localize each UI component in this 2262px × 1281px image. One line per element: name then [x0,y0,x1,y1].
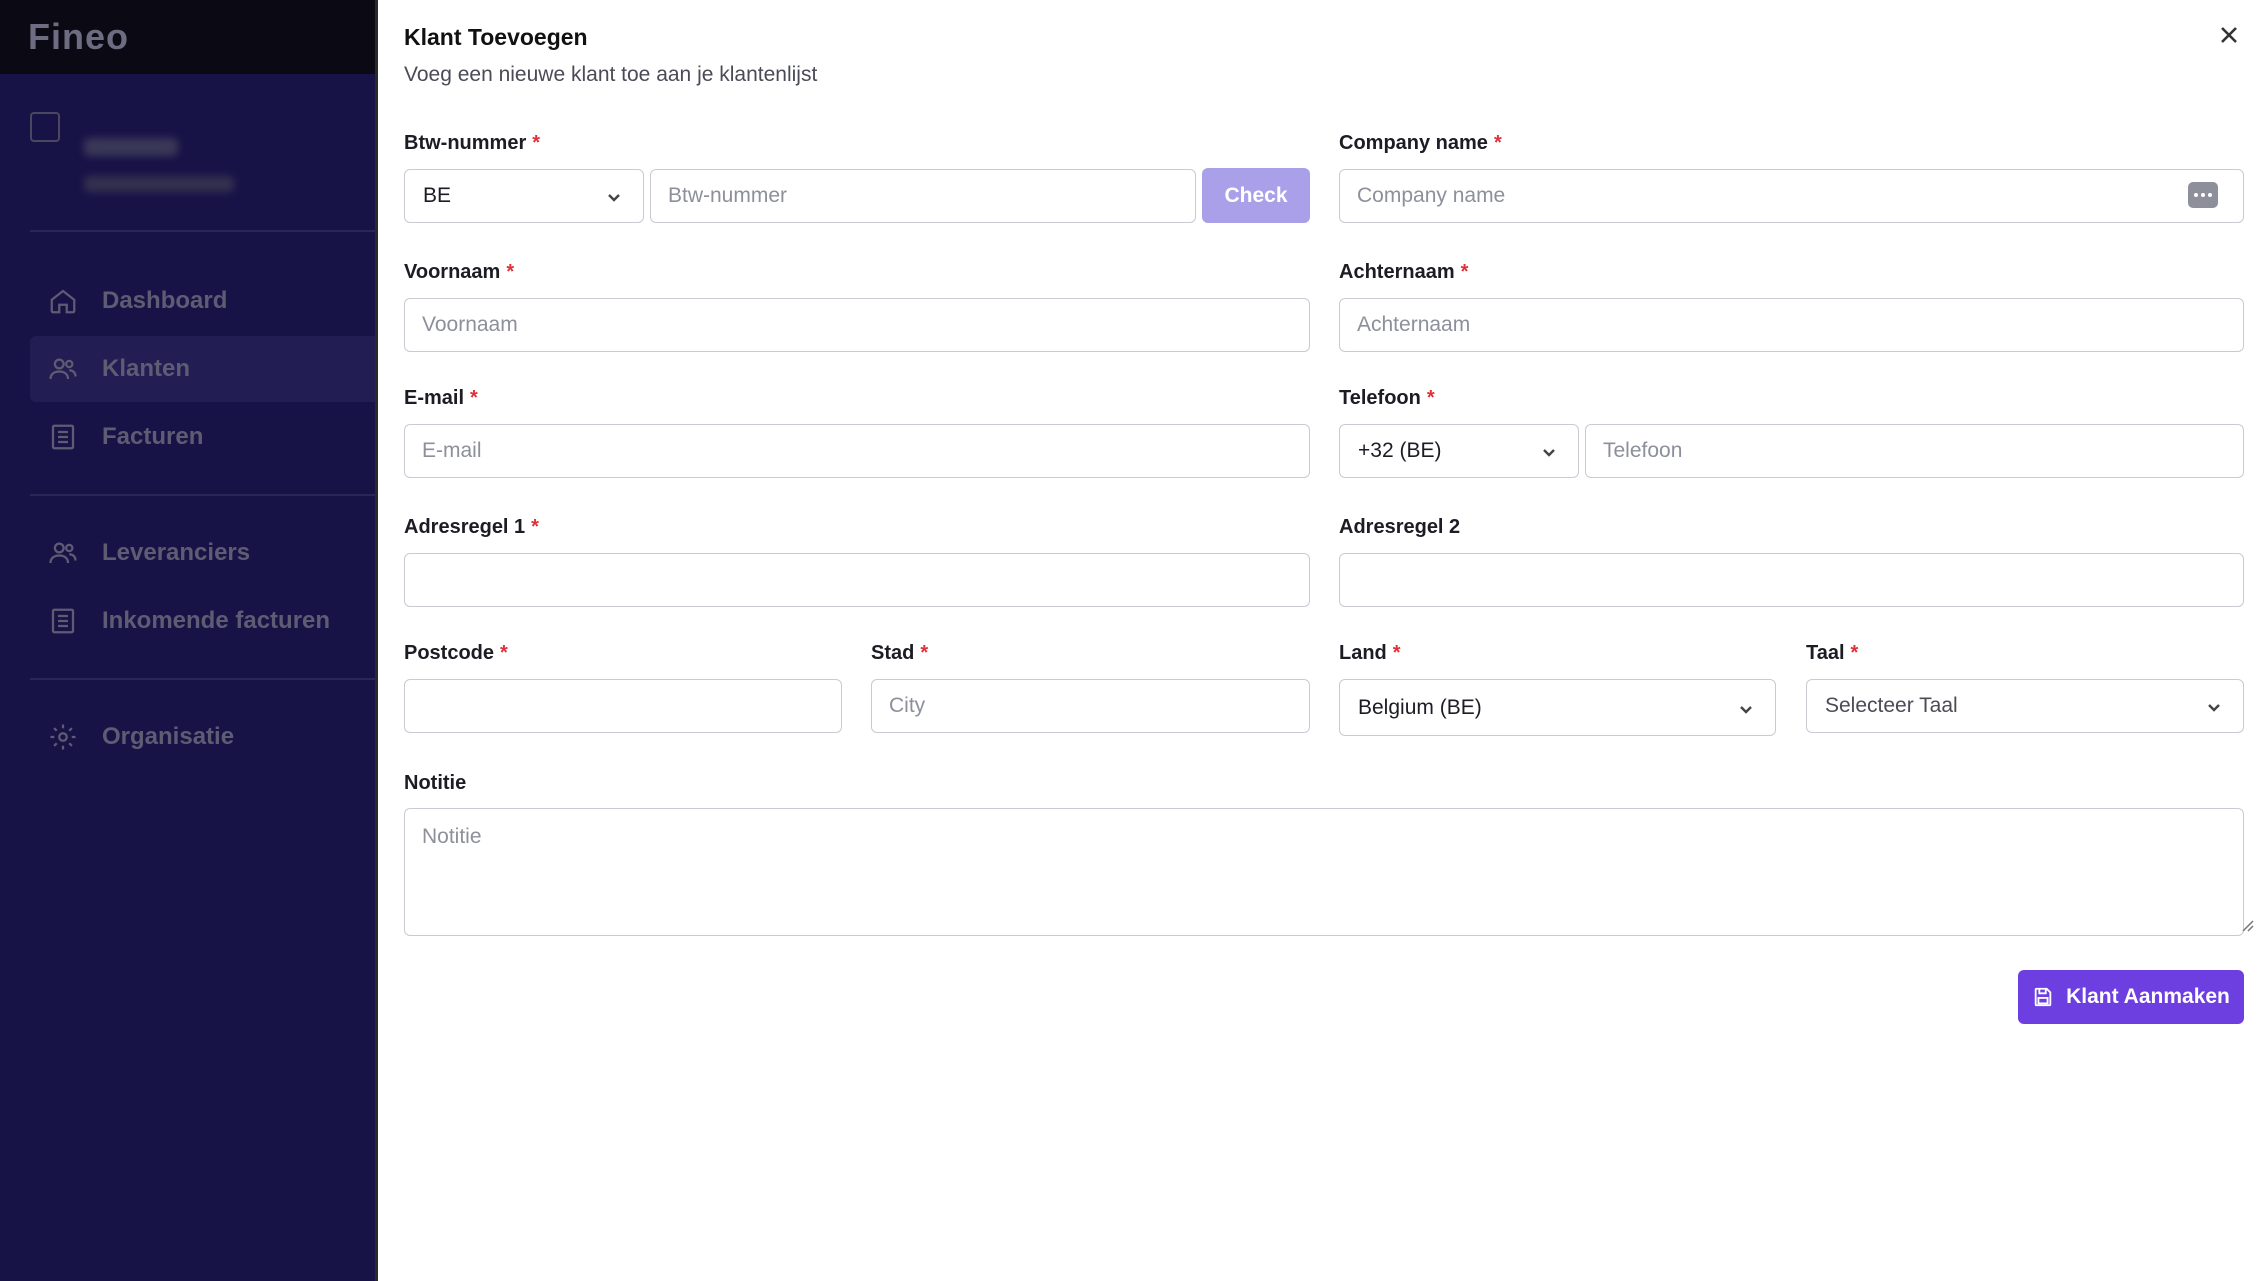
firstname-input[interactable] [404,298,1310,352]
create-client-label: Klant Aanmaken [2066,985,2230,1008]
panel-title: Klant Toevoegen [404,24,588,50]
vat-number-input[interactable] [650,169,1196,223]
country-label: Land * [1339,642,1401,664]
chevron-down-icon [1540,443,1558,461]
sidebar-nav-suppliers: Leveranciers Inkomende facturen [0,496,378,678]
company-label: Company name * [1339,132,1502,154]
sidebar-item-label: Inkomende facturen [102,607,331,634]
sidebar-nav-main: Dashboard Klanten Facturen [0,232,378,494]
address2-label: Adresregel 2 [1339,516,1461,538]
sidebar-item-label: Organisatie [102,723,235,750]
language-select[interactable]: Selecteer Taal [1806,679,2244,733]
postcode-input[interactable] [404,679,842,733]
document-icon [48,422,78,452]
address-line1-input[interactable] [404,553,1310,607]
user-profile[interactable] [0,74,378,230]
phone-label: Telefoon * [1339,387,1435,409]
home-icon [48,286,78,316]
vat-country-select[interactable]: BE [404,169,644,223]
user-email-blurred [84,176,234,192]
sidebar-header: Fineo [0,0,378,74]
lastname-label: Achternaam * [1339,261,1469,283]
users-icon [48,354,78,384]
firstname-label: Voornaam * [404,261,515,283]
gear-icon [48,722,78,752]
chevron-down-icon [2205,698,2223,716]
sidebar-item-inkomende-facturen[interactable]: Inkomende facturen [30,588,378,654]
create-client-button[interactable]: Klant Aanmaken [2018,970,2244,1024]
vat-check-button[interactable]: Check [1202,168,1310,223]
email-input[interactable] [404,424,1310,478]
sidebar-item-leveranciers[interactable]: Leveranciers [30,520,378,586]
save-icon [2034,987,2052,1007]
sidebar-item-organisatie[interactable]: Organisatie [30,704,378,770]
phone-input[interactable] [1585,424,2244,478]
close-icon [2221,27,2237,43]
close-button[interactable] [2214,20,2244,50]
email-label: E-mail * [404,387,478,409]
sidebar-item-facturen[interactable]: Facturen [30,404,378,470]
app-logo: Fineo [28,16,129,57]
chevron-down-icon [1737,700,1755,718]
city-label: Stad * [871,642,929,664]
language-label: Taal * [1806,642,1859,664]
profile-card-icon [30,112,60,142]
sidebar: Fineo Dashboard Klanten Facturen Leveran… [0,0,378,1281]
phone-prefix-select[interactable]: +32 (BE) [1339,424,1579,478]
panel-subtitle: Voeg een nieuwe klant toe aan je klanten… [404,63,818,86]
sidebar-nav-settings: Organisatie [0,680,378,794]
sidebar-item-label: Facturen [102,423,204,450]
vat-label: Btw-nummer * [404,132,541,154]
sidebar-item-dashboard[interactable]: Dashboard [30,268,378,334]
country-select[interactable]: Belgium (BE) [1339,679,1776,736]
lastname-input[interactable] [1339,298,2244,352]
sidebar-item-label: Dashboard [102,287,228,314]
address1-label: Adresregel 1 * [404,516,539,538]
address-line2-input[interactable] [1339,553,2244,607]
document-icon [48,606,78,636]
sidebar-item-label: Klanten [102,355,191,382]
city-input[interactable] [871,679,1310,733]
postcode-label: Postcode * [404,642,508,664]
note-textarea[interactable] [404,808,2244,936]
more-options-icon[interactable] [2188,182,2218,208]
company-field-wrap [1339,169,2244,223]
users-icon [48,538,78,568]
sidebar-item-klanten[interactable]: Klanten [30,336,378,402]
add-client-panel: Klant Toevoegen Voeg een nieuwe klant to… [378,0,2262,1281]
note-label: Notitie [404,772,467,794]
company-name-input[interactable] [1339,169,2244,223]
resize-handle-icon[interactable] [2240,918,2254,932]
sidebar-item-label: Leveranciers [102,539,251,566]
chevron-down-icon [605,188,623,206]
user-name-blurred [84,138,178,156]
